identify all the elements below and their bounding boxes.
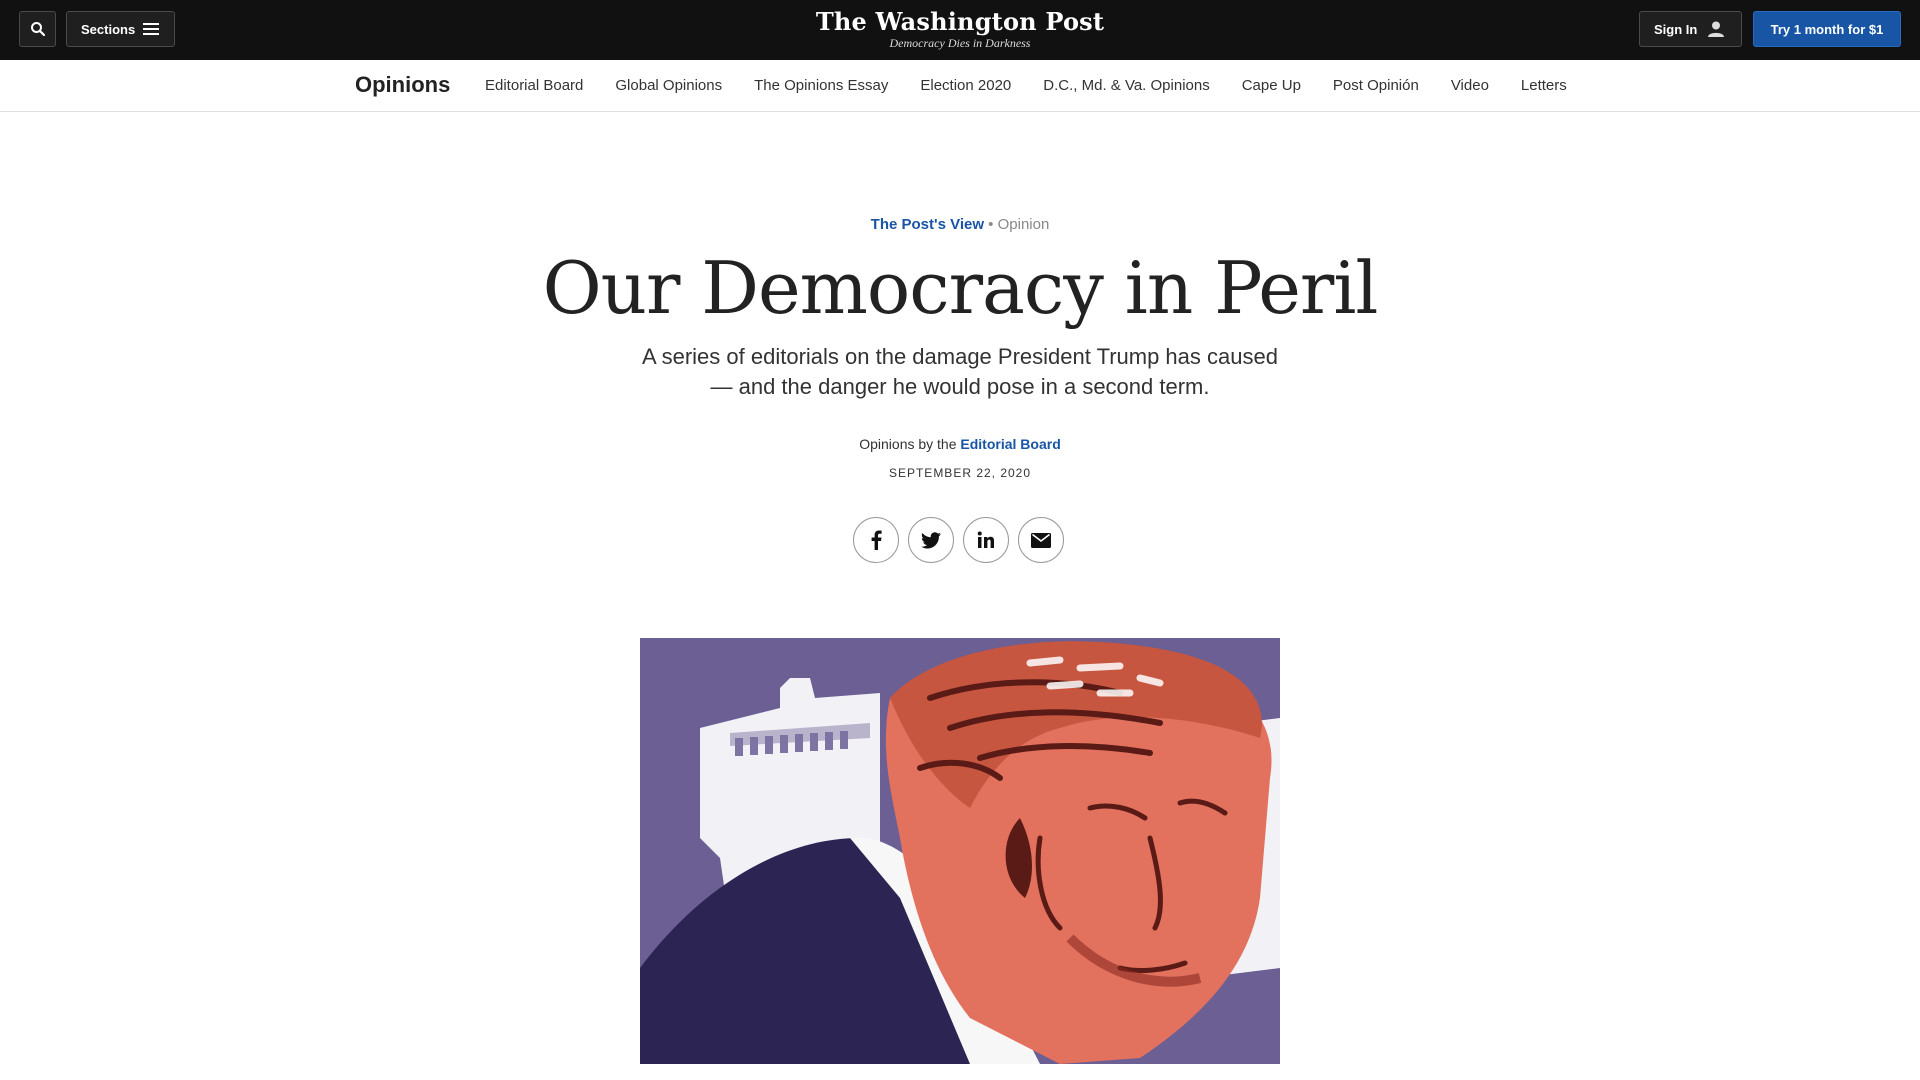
share-facebook-button[interactable] (853, 517, 899, 563)
hamburger-icon (143, 23, 160, 35)
nav-item-cape-up[interactable]: Cape Up (1242, 77, 1301, 94)
kicker: The Post's View • Opinion (0, 216, 1920, 233)
section-nav: Opinions Editorial Board Global Opinions… (0, 60, 1920, 112)
share-linkedin-button[interactable] (963, 517, 1009, 563)
sections-button[interactable]: Sections (66, 11, 175, 47)
lead-illustration (640, 638, 1280, 1064)
sign-in-button[interactable]: Sign In (1639, 11, 1742, 47)
kicker-secondary: Opinion (997, 216, 1050, 233)
email-icon (1031, 532, 1051, 548)
byline-prefix: Opinions by the (859, 436, 957, 452)
section-nav-items: Editorial Board Global Opinions The Opin… (485, 77, 1599, 94)
nav-item-letters[interactable]: Letters (1521, 77, 1567, 94)
illustration-art (640, 638, 1280, 1064)
nav-item-editorial-board[interactable]: Editorial Board (485, 77, 583, 94)
search-button[interactable] (19, 11, 56, 47)
logo-tagline: Democracy Dies in Darkness (889, 36, 1031, 50)
publish-date: SEPTEMBER 22, 2020 (888, 466, 1032, 480)
share-email-button[interactable] (1018, 517, 1064, 563)
nav-item-opinions-essay[interactable]: The Opinions Essay (754, 77, 888, 94)
byline-author-link[interactable]: Editorial Board (960, 436, 1060, 452)
kicker-separator: • (988, 216, 994, 233)
user-icon (1708, 21, 1725, 37)
subscribe-button[interactable]: Try 1 month for $1 (1753, 11, 1901, 47)
nav-item-post-opinion[interactable]: Post Opinión (1333, 77, 1419, 94)
nav-item-global-opinions[interactable]: Global Opinions (615, 77, 722, 94)
search-icon (30, 22, 45, 37)
logo-name: The Washington Post (815, 7, 1105, 36)
kicker-primary[interactable]: The Post's View (871, 216, 984, 233)
facebook-icon (871, 530, 882, 550)
linkedin-icon (977, 531, 994, 548)
section-title[interactable]: Opinions (355, 72, 450, 98)
top-bar: Sections The Washington Post Democracy D… (0, 0, 1920, 60)
sections-label: Sections (81, 21, 136, 37)
nav-item-video[interactable]: Video (1451, 77, 1489, 94)
site-logo[interactable]: The Washington Post Democracy Dies in Da… (760, 7, 1160, 51)
nav-item-election-2020[interactable]: Election 2020 (920, 77, 1011, 94)
byline: Opinions by the Editorial Board (0, 436, 1920, 452)
twitter-icon (921, 531, 941, 548)
share-twitter-button[interactable] (908, 517, 954, 563)
sign-in-label: Sign In (1654, 21, 1698, 37)
nav-item-dc-md-va-opinions[interactable]: D.C., Md. & Va. Opinions (1043, 77, 1209, 94)
share-bar (853, 517, 1064, 563)
dek: A series of editorials on the damage Pre… (642, 344, 1278, 399)
headline: Our Democracy in Peril (542, 246, 1379, 330)
